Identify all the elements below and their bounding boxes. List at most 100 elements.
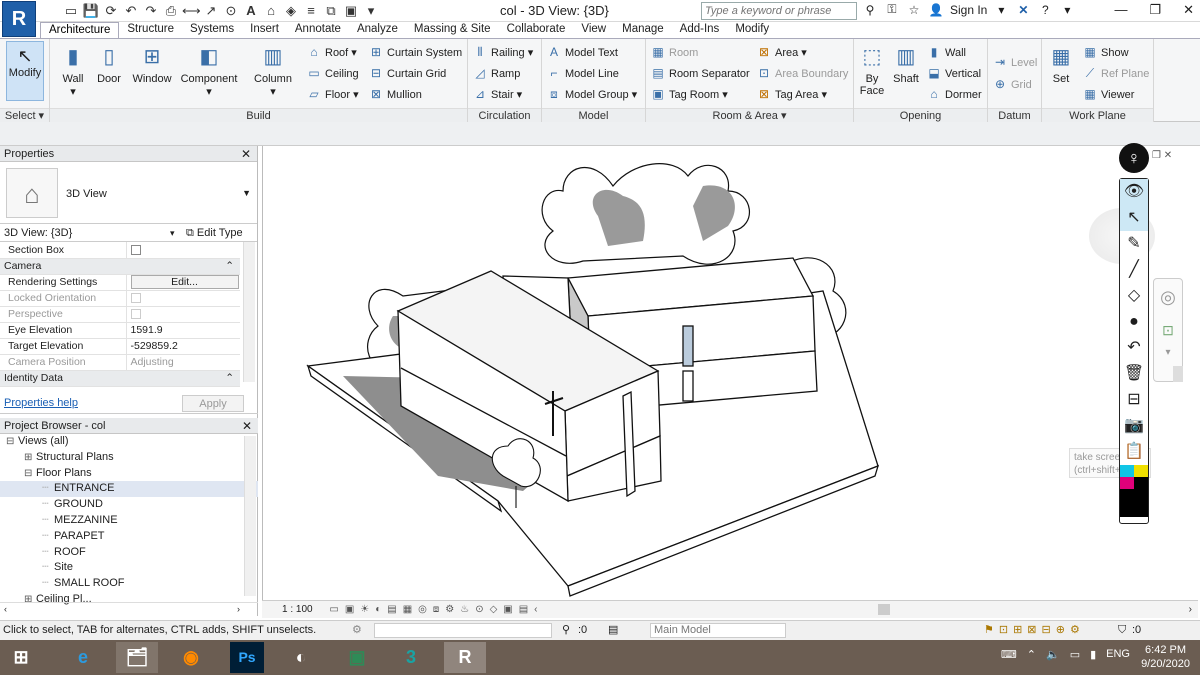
3ds-max-icon[interactable]: 3 (390, 642, 432, 673)
browser-item[interactable]: ┄ MEZZANINE (0, 513, 258, 529)
measure-icon[interactable]: ⟷ (182, 2, 201, 20)
sync-icon[interactable]: ⟳ (102, 2, 120, 20)
help-button[interactable]: ? (1037, 3, 1053, 17)
design-options-icon[interactable]: ▤ (608, 621, 618, 640)
dropdown-icon[interactable]: ▾ (993, 3, 1009, 17)
eye-icon[interactable]: 👁 (1120, 179, 1148, 205)
sign-in-link[interactable]: Sign In (950, 3, 987, 17)
steering-wheel-icon[interactable]: ◎ (1154, 287, 1182, 308)
switch-windows-icon[interactable]: ▣ (342, 2, 360, 20)
collapse-identity-icon[interactable]: ⌃ (225, 372, 234, 384)
properties-scrollbar[interactable] (243, 242, 255, 382)
taskbar-clock[interactable]: 6:42 PM 9/20/2020 (1141, 643, 1190, 671)
viewport-restore-icon[interactable]: ❐ ✕ (1152, 150, 1172, 161)
tab-modify[interactable]: Modify (727, 22, 777, 39)
column-button[interactable]: ▥ Column ▾ (250, 43, 296, 98)
tab-view[interactable]: View (573, 22, 614, 39)
room-separator-button[interactable]: ▤ Room Separator (650, 64, 749, 82)
tab-structure[interactable]: Structure (119, 22, 182, 39)
collapse-icon[interactable]: ⊟ (6, 434, 18, 450)
type-dropdown-icon[interactable]: ▼ (242, 188, 251, 198)
type-selector[interactable]: ⌂ 3D View ▼ (0, 162, 257, 224)
viewport-scrollbar-thumb[interactable] (1173, 366, 1183, 382)
minimize-icon[interactable]: — (1114, 2, 1127, 18)
area-button[interactable]: ⊠ Area ▾ (756, 43, 807, 61)
browser-item[interactable]: ┄ GROUND (0, 497, 258, 513)
model-line-button[interactable]: ⌐ Model Line (546, 64, 618, 82)
screen-recorder-icon[interactable]: ▣ (336, 642, 378, 673)
ceiling-button[interactable]: ▭ Ceiling (306, 64, 358, 82)
trash-icon[interactable]: 🗑 (1120, 361, 1148, 387)
eye-elevation-input[interactable]: 1591.9 (125, 322, 240, 339)
dormer-button[interactable]: ⌂ Dormer (926, 85, 981, 103)
viewer-button[interactable]: ▦ Viewer (1082, 85, 1134, 103)
tab-systems[interactable]: Systems (182, 22, 242, 39)
language-indicator[interactable]: ENG (1106, 648, 1130, 661)
application-menu-button[interactable]: R (2, 1, 36, 37)
properties-help-link[interactable]: Properties help (4, 397, 78, 409)
close-icon[interactable]: ✕ (1183, 2, 1194, 18)
3d-viewport[interactable]: ◎ ⊡ ▾ take scree (ctrl+shift+ (262, 146, 1184, 600)
tab-architecture[interactable]: Architecture (40, 22, 120, 39)
highlighter-icon[interactable]: ✎ (1120, 231, 1148, 257)
file-explorer-icon[interactable]: 🗂 (116, 642, 158, 673)
close-hidden-icon[interactable]: ⧉ (322, 2, 340, 20)
panel-label-select[interactable]: Select ▾ (0, 108, 49, 122)
instance-selector[interactable]: 3D View: {3D} ▾ ⧉ Edit Type (0, 224, 257, 242)
collapse-camera-icon[interactable]: ⌃ (225, 260, 234, 272)
floor-button[interactable]: ▱ Floor ▾ (306, 85, 358, 103)
tab-insert[interactable]: Insert (242, 22, 287, 39)
screen-tool-taskbar-icon[interactable]: ◐ (280, 642, 322, 673)
tab-massing-site[interactable]: Massing & Site (406, 22, 499, 39)
panel-label-room-area[interactable]: Room & Area ▾ (646, 108, 853, 122)
board-icon[interactable]: ⊟ (1120, 387, 1148, 413)
workset-select[interactable] (374, 623, 552, 638)
roof-button[interactable]: ⌂ Roof ▾ (306, 43, 356, 61)
tab-collaborate[interactable]: Collaborate (499, 22, 574, 39)
design-option-select[interactable]: Main Model (650, 623, 786, 638)
browser-hscroll[interactable]: ‹ › (0, 602, 258, 616)
viewport-hscroll-thumb[interactable] (878, 604, 890, 615)
speaker-icon[interactable]: 🔈 (1046, 648, 1060, 661)
apply-button[interactable]: Apply (182, 395, 244, 412)
filter-icon[interactable]: ⛉ (1118, 621, 1126, 640)
maximize-icon[interactable]: ❐ (1149, 2, 1161, 18)
section-box-checkbox[interactable] (130, 244, 141, 255)
keyboard-icon[interactable]: ⌨ (1001, 648, 1017, 661)
undo-icon[interactable]: ↶ (122, 2, 140, 20)
favorites-icon[interactable]: ☆ (906, 3, 922, 17)
collapse-icon[interactable]: ⊟ (24, 466, 36, 482)
help-dropdown-icon[interactable]: ▾ (1059, 3, 1075, 17)
view-control-icons[interactable]: ▭▣☀◐▤▦◎⧈⚙♨⊙◇▣▤‹ (329, 604, 543, 615)
pen-icon[interactable]: ╱ (1120, 257, 1148, 283)
ramp-button[interactable]: ◿ Ramp (472, 64, 520, 82)
section-icon[interactable]: ◈ (282, 2, 300, 20)
ref-plane-button[interactable]: ⟋ Ref Plane (1082, 64, 1150, 82)
nav-dropdown-icon[interactable]: ▾ (1154, 347, 1182, 358)
camera-icon[interactable]: 📷 (1120, 413, 1148, 439)
wall-opening-button[interactable]: ▮ Wall (926, 43, 966, 61)
tab-add-ins[interactable]: Add-Ins (672, 22, 728, 39)
dimension-icon[interactable]: ↗ (202, 2, 220, 20)
tag-room-button[interactable]: ▣ Tag Room ▾ (650, 85, 727, 103)
mullion-button[interactable]: ⊠ Mullion (368, 85, 422, 103)
railing-button[interactable]: ⫴ Railing ▾ (472, 43, 533, 61)
rendering-settings-edit-button[interactable]: Edit... (130, 275, 239, 289)
browser-item[interactable]: ⊟ Views (all) (0, 434, 258, 450)
default-3d-view-icon[interactable]: ⌂ (262, 2, 280, 20)
undo-drawing-icon[interactable]: ↶ (1120, 335, 1148, 361)
curtain-grid-button[interactable]: ⊟ Curtain Grid (368, 64, 446, 82)
redo-icon[interactable]: ↷ (142, 2, 160, 20)
open-icon[interactable]: ▭ (62, 2, 80, 20)
browser-scrollbar[interactable] (244, 436, 256, 596)
category-identity-data[interactable]: Identity Data ⌃ (0, 370, 240, 387)
edit-type-button[interactable]: ⧉ Edit Type (186, 224, 243, 242)
binoculars-icon[interactable]: ⚲ (862, 3, 878, 17)
stair-button[interactable]: ⊿ Stair ▾ (472, 85, 522, 103)
subscription-icon[interactable]: ⚿ (884, 2, 900, 17)
tag-area-button[interactable]: ⊠ Tag Area ▾ (756, 85, 827, 103)
close-browser-icon[interactable]: ✕ (242, 418, 252, 434)
browser-item[interactable]: ┄ SMALL ROOF (0, 576, 258, 592)
worksharing-icon[interactable]: ⚙ (352, 621, 362, 640)
eraser-icon[interactable]: ◇ (1120, 283, 1148, 309)
